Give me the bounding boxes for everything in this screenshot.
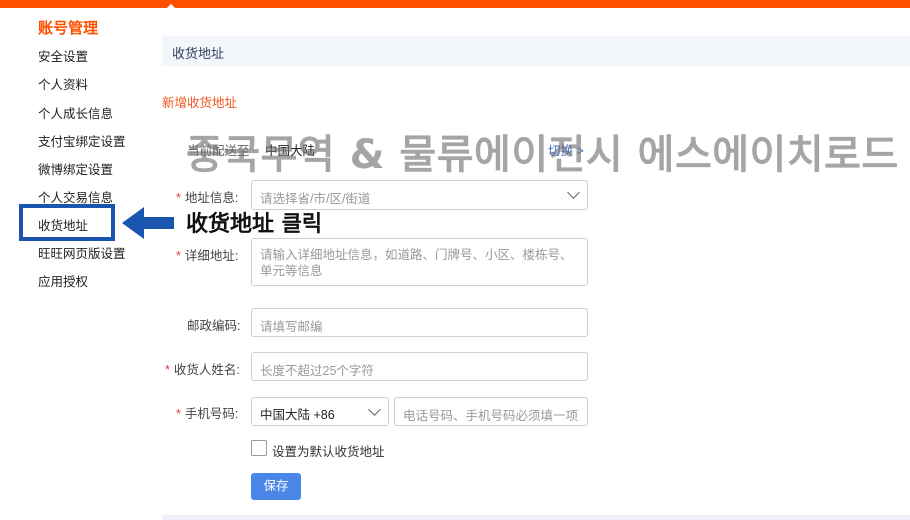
sidebar-item-wangwang[interactable]: 旺旺网页版设置 bbox=[38, 243, 126, 262]
default-address-checkbox[interactable] bbox=[251, 440, 267, 456]
postcode-placeholder: 请填写邮编 bbox=[260, 320, 323, 334]
sidebar-item-app-auth[interactable]: 应用授权 bbox=[38, 271, 88, 290]
top-accent-bar bbox=[0, 0, 910, 8]
form-title: 新增收货地址 bbox=[162, 96, 238, 110]
address-placeholder: 请选择省/市/区/街道 bbox=[260, 192, 371, 206]
sidebar-item-profile[interactable]: 个人资料 bbox=[38, 74, 88, 93]
section-header: 收货地址 bbox=[162, 36, 910, 66]
name-label: * 收货人姓名: bbox=[165, 363, 240, 377]
country-code-select[interactable]: 中国大陆 +86 bbox=[251, 397, 389, 426]
sidebar-item-alipay[interactable]: 支付宝绑定设置 bbox=[38, 131, 126, 150]
address-label: * 地址信息: bbox=[176, 191, 239, 205]
sidebar-item-growth[interactable]: 个人成长信息 bbox=[38, 103, 113, 122]
default-address-label: 设置为默认收货地址 bbox=[272, 445, 385, 459]
name-placeholder: 长度不超过25个字符 bbox=[260, 364, 374, 378]
bottom-divider bbox=[162, 515, 910, 520]
chevron-down-icon bbox=[368, 403, 381, 416]
phone-label: * 手机号码: bbox=[176, 407, 239, 421]
detail-label: * 详细地址: bbox=[176, 249, 239, 263]
chevron-down-icon bbox=[567, 186, 580, 199]
annotation-callout: 收货地址 클릭 bbox=[186, 212, 323, 237]
detail-address-textarea[interactable]: 请输入详细地址信息，如道路、门牌号、小区、楼栋号、单元等信息 bbox=[251, 238, 588, 286]
sidebar-title: 账号管理 bbox=[38, 20, 99, 37]
watermark-text: 중국무역 & 물류에이전시 에스에이치로드 bbox=[186, 132, 899, 178]
highlight-box bbox=[19, 204, 115, 241]
page-title: 收货地址 bbox=[172, 46, 225, 61]
save-button[interactable]: 保存 bbox=[251, 473, 301, 500]
phone-placeholder: 电话号码、手机号码必须填一项 bbox=[403, 409, 579, 423]
left-arrow-icon bbox=[122, 207, 174, 239]
postcode-label: 邮政编码: bbox=[187, 319, 241, 333]
recipient-name-input[interactable]: 长度不超过25个字符 bbox=[251, 352, 588, 381]
address-select[interactable]: 请选择省/市/区/街道 bbox=[251, 180, 588, 210]
detail-placeholder: 请输入详细地址信息，如道路、门牌号、小区、楼栋号、单元等信息 bbox=[260, 248, 573, 278]
postcode-input[interactable]: 请填写邮编 bbox=[251, 308, 588, 337]
sidebar-item-security[interactable]: 安全设置 bbox=[38, 46, 88, 65]
country-code-value: 中国大陆 +86 bbox=[260, 408, 335, 422]
sidebar-item-weibo[interactable]: 微博绑定设置 bbox=[38, 159, 113, 178]
phone-input[interactable]: 电话号码、手机号码必须填一项 bbox=[394, 397, 588, 426]
